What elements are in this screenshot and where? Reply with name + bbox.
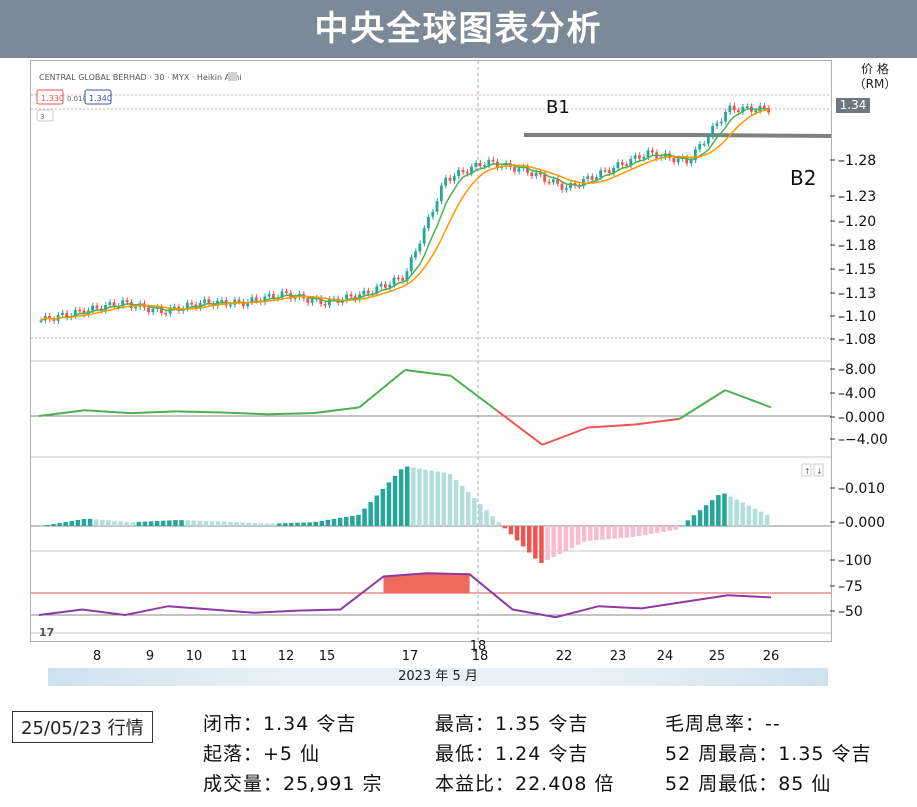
x-tick-label: 15 [319,649,336,664]
date-strip: 2023 年 5 月 [48,668,828,686]
price-change: 起落：+5 仙 [203,743,321,765]
macd-tick-label: –−4.00 [838,432,888,448]
price-tick-label: –1.28 [838,153,876,169]
x-tick-label: 22 [556,649,573,664]
x-tick-label: 8 [93,649,101,664]
dividend-yield: 毛周息率：-- [665,713,781,735]
price-axis-title: 价 格 （RM） [840,62,910,92]
x-tick-label: 24 [657,649,674,664]
high-price: 最高：1.35 令吉 [435,713,589,735]
x-tick-label: 10 [186,649,203,664]
price-tick-label: –1.15 [838,262,876,278]
rsi-tick-label: –50 [838,604,863,620]
x-tick-label: 25 [709,649,726,664]
date-strip-label: 2023 年 5 月 [398,669,478,684]
low-price: 最低：1.24 令吉 [435,743,589,765]
price-tick-label: –1.23 [838,189,876,205]
macd-tick-label: –0.000 [838,410,885,426]
x-cursor-label: 18 [470,639,487,654]
info-panel: 25/05/23 行情 闭市：1.34 令吉 最高：1.35 令吉 毛周息率：-… [0,705,917,805]
last-price-badge: 1.34 [836,98,870,113]
high-52w: 52 周最高：1.35 令吉 [665,743,872,765]
price-tick-label: –1.13 [838,286,876,302]
close-price: 闭市：1.34 令吉 [203,713,357,735]
price-tick-label: –1.18 [838,238,876,254]
x-tick-label: 11 [231,649,248,664]
hist-tick-label: –0.000 [838,515,885,531]
x-tick-label: 23 [610,649,627,664]
macd-tick-label: –4.00 [838,386,876,402]
x-tick-label: 17 [402,649,419,664]
macd-tick-label: –8.00 [838,362,876,378]
price-tick-label: –1.10 [838,309,876,325]
low-52w: 52 周最低：85 仙 [665,773,832,795]
x-tick-label: 26 [763,649,780,664]
price-tick-label: –1.08 [838,332,876,348]
rsi-tick-label: –100 [838,553,872,569]
pe-ratio: 本益比：22.408 倍 [435,773,615,795]
price-axis-title-line2: （RM） [853,77,897,91]
x-tick-label: 9 [146,649,154,664]
x-tick-label: 12 [278,649,295,664]
hist-tick-label: –0.010 [838,481,885,497]
price-tick-label: –1.20 [838,214,876,230]
volume: 成交量：25,991 宗 [203,773,383,795]
rsi-tick-label: –75 [838,579,863,595]
quote-date: 25/05/23 行情 [12,711,153,743]
price-axis-title-line1: 价 格 [861,62,889,76]
b2-label: B2 [790,166,817,190]
